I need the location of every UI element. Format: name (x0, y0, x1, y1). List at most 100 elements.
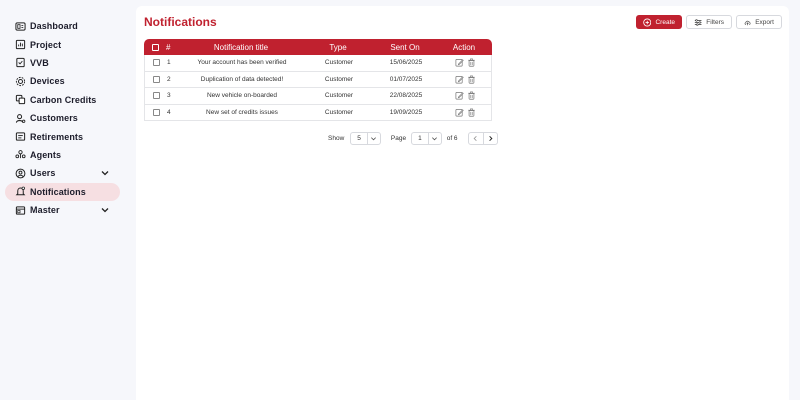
sidebar-item-label: Retirements (30, 131, 84, 142)
prev-page-button[interactable] (469, 133, 483, 144)
notifications-table: # Notification title Type Sent On Action… (144, 39, 492, 121)
row-checkbox[interactable] (152, 59, 160, 67)
page-nav (467, 132, 498, 145)
sidebar-item-retirements[interactable]: Retirements (5, 127, 120, 145)
trash-icon[interactable] (467, 58, 476, 67)
customers-icon (15, 113, 26, 124)
sidebar-item-vvb[interactable]: VVB (5, 54, 120, 72)
column-header-action: Action (452, 42, 476, 52)
sidebar-item-label: Project (30, 39, 62, 50)
notification-title: New set of credits issues (206, 108, 278, 116)
devices-icon (15, 76, 26, 87)
project-icon (15, 39, 26, 50)
sidebar: Dashboard Project VVB Devices Carbon Cre… (0, 0, 128, 400)
table-header: # Notification title Type Sent On Action (144, 39, 492, 55)
sidebar-item-master[interactable]: Master (5, 201, 120, 219)
sent-on-date: 22/08/2025 (389, 92, 423, 100)
table-row: 4 New set of credits issues Customer 19/… (144, 104, 492, 121)
column-header-sent-on: Sent On (390, 42, 420, 52)
cloud-upload-icon (744, 20, 751, 25)
sidebar-item-label: Customers (30, 113, 78, 124)
sidebar-item-label: Dashboard (30, 21, 78, 32)
sidebar-item-carbon-credits[interactable]: Carbon Credits (5, 91, 120, 109)
edit-icon[interactable] (455, 75, 464, 84)
chevron-left-icon (473, 136, 477, 141)
table-row: 3 New vehicle on-boarded Customer 22/08/… (144, 88, 492, 105)
sidebar-item-label: Users (30, 168, 56, 179)
plus-circle-icon (643, 18, 652, 26)
pagination: Show 5 Page 1 of 6 (328, 132, 498, 145)
chevron-down-icon[interactable] (100, 205, 110, 215)
page-select[interactable]: 1 (411, 132, 442, 145)
bell-icon (15, 186, 26, 197)
sent-on-date: 15/06/2025 (389, 59, 423, 67)
chevron-down-icon (427, 133, 441, 144)
sidebar-item-label: VVB (30, 57, 49, 68)
sidebar-item-users[interactable]: Users (5, 164, 120, 182)
sidebar-item-label: Master (30, 205, 60, 216)
sidebar-item-label: Carbon Credits (30, 94, 97, 105)
select-all-checkbox[interactable] (151, 43, 159, 51)
edit-icon[interactable] (455, 108, 464, 117)
sidebar-item-notifications[interactable]: Notifications (5, 182, 120, 201)
trash-icon[interactable] (467, 91, 476, 100)
notification-type: Customer (324, 59, 354, 67)
current-page-value: 1 (418, 135, 422, 142)
show-label: Show (328, 135, 345, 142)
vvb-icon (15, 57, 26, 68)
row-number: 1 (167, 59, 171, 67)
export-button-label: Export (755, 18, 774, 26)
agents-icon (15, 149, 26, 160)
carbon-credits-icon (15, 94, 26, 105)
sidebar-item-label: Devices (30, 76, 65, 87)
next-page-button[interactable] (482, 133, 497, 144)
sidebar-item-customers[interactable]: Customers (5, 109, 120, 127)
notification-title: Your account has been verified (197, 59, 287, 67)
sent-on-date: 01/07/2025 (389, 75, 423, 83)
total-pages-label: of 6 (446, 135, 458, 142)
sliders-icon (694, 18, 702, 26)
row-checkbox[interactable] (152, 75, 160, 83)
sidebar-item-dashboard[interactable]: Dashboard (5, 17, 120, 35)
toolbar: Create Filters Export (636, 15, 782, 29)
column-header-type: Type (329, 42, 347, 52)
sidebar-item-agents[interactable]: Agents (5, 146, 120, 164)
page-title: Notifications (144, 15, 217, 29)
create-button[interactable]: Create (636, 15, 682, 29)
create-button-label: Create (655, 18, 675, 26)
table-row: 1 Your account has been verified Custome… (144, 55, 492, 72)
notification-type: Customer (324, 75, 354, 83)
sidebar-item-project[interactable]: Project (5, 35, 120, 53)
row-number: 4 (167, 108, 171, 116)
main-panel: Notifications Create Filters Export # No… (136, 6, 789, 400)
row-number: 2 (167, 75, 171, 83)
sidebar-item-label: Agents (30, 149, 62, 160)
edit-icon[interactable] (455, 58, 464, 67)
filters-button[interactable]: Filters (686, 15, 732, 29)
page-label: Page (390, 135, 407, 142)
export-button[interactable]: Export (736, 15, 782, 29)
row-number: 3 (167, 92, 171, 100)
table-row: 2 Duplication of data detected! Customer… (144, 71, 492, 88)
notification-title: New vehicle on-boarded (206, 92, 278, 100)
row-checkbox[interactable] (152, 108, 160, 116)
page-size-value: 5 (357, 135, 361, 142)
column-header-number: # (166, 42, 171, 52)
notification-type: Customer (324, 108, 354, 116)
chevron-down-icon[interactable] (100, 168, 110, 178)
retirements-icon (15, 131, 26, 142)
row-checkbox[interactable] (152, 92, 160, 100)
notification-type: Customer (324, 92, 354, 100)
filters-button-label: Filters (706, 18, 724, 26)
edit-icon[interactable] (455, 91, 464, 100)
sidebar-item-label: Notifications (30, 186, 86, 197)
page-size-select[interactable]: 5 (350, 132, 381, 145)
chevron-right-icon (488, 135, 493, 142)
dashboard-icon (15, 21, 26, 32)
trash-icon[interactable] (467, 108, 476, 117)
trash-icon[interactable] (467, 75, 476, 84)
users-icon (15, 168, 26, 179)
sidebar-item-devices[interactable]: Devices (5, 72, 120, 90)
sent-on-date: 19/09/2025 (389, 108, 423, 116)
master-icon (15, 205, 26, 216)
